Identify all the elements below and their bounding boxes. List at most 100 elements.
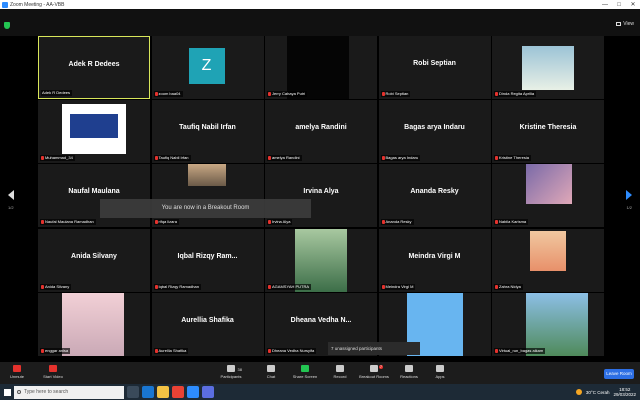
microphone-muted-icon	[381, 156, 385, 161]
participant-label-text: zoom baa04	[158, 91, 181, 96]
microphone-muted-icon	[268, 92, 271, 96]
participant-name-label: Naufal Maulana Ramadhan	[40, 219, 96, 226]
participant-tile[interactable]: Meindra Virgi M Meindra Virgi M	[378, 228, 491, 292]
participant-label-text: Adek R Dedees	[42, 90, 71, 95]
microphone-muted-icon	[41, 284, 44, 289]
taskbar-clock[interactable]: 18:52 29/03/2022	[613, 387, 636, 397]
microphone-muted-icon	[495, 92, 498, 96]
participant-name-label: Jerry Cahaya Putri	[267, 91, 308, 97]
reactions-label: Reactions	[400, 374, 418, 379]
participant-tile[interactable]: enggar anisa	[38, 292, 150, 356]
participant-tile[interactable]: Zahra Nidya	[492, 228, 604, 292]
participant-label-text: amelya Randini	[272, 155, 300, 161]
participant-name-label: zoom baa04	[153, 91, 183, 97]
microphone-muted-icon	[154, 348, 158, 353]
clock-date: 29/03/2022	[613, 392, 636, 397]
participant-label-text: Nabila Karisma	[499, 219, 527, 225]
start-video-button[interactable]: Start Video	[36, 365, 70, 379]
participant-label-text: Aurellia Shafika	[158, 347, 187, 353]
close-button[interactable]: ✕	[626, 1, 640, 8]
leave-room-button[interactable]: Leave Room	[604, 369, 634, 379]
participant-tile[interactable]: Adek R Dedees Adek R Dedees	[38, 36, 150, 99]
system-tray: 30°C Cerah 18:52 29/03/2022	[575, 384, 640, 400]
apps-button[interactable]: Apps	[423, 365, 457, 379]
participant-tile[interactable]: Nabila Karisma	[492, 164, 604, 228]
microphone-muted-icon	[495, 348, 498, 353]
participant-tile[interactable]: Virtual_run_bagas aikam	[492, 292, 604, 356]
app-taskbar-icon[interactable]	[202, 386, 214, 398]
security-shield-icon[interactable]	[4, 22, 10, 29]
participants-label: Participants	[220, 374, 242, 379]
participant-name-label: Robi Septian	[380, 91, 411, 97]
participant-video-image	[287, 36, 349, 99]
participant-label-text: Dinda Regita Aprilia	[499, 91, 535, 96]
record-button[interactable]: Record	[323, 365, 357, 379]
participant-display-name: Naufal Maulana	[68, 188, 120, 196]
participant-label-text: Irvina Alya	[272, 219, 291, 225]
participant-tile[interactable]: Dinda Regita Aprilia	[492, 36, 604, 99]
microphone-muted-icon	[268, 220, 271, 225]
zoom-taskbar-icon[interactable]	[187, 386, 199, 398]
participants-button[interactable]: 38 Participants	[214, 365, 248, 379]
taskbar-search-box[interactable]: Type here to search	[14, 385, 124, 399]
participant-tile[interactable]: Jerry Cahaya Putri	[265, 36, 377, 99]
participant-tile[interactable]: Muhammad_34	[38, 100, 150, 164]
next-page-arrow-icon[interactable]	[626, 190, 632, 200]
participant-tile[interactable]: Aurellia Shafika Aurellia Shafika	[151, 292, 264, 356]
record-label: Record	[333, 374, 347, 379]
participant-tile[interactable]: Zzoom baa04	[151, 36, 264, 99]
participant-tile[interactable]: Bagas arya Indaru Bagas arya Indaru	[378, 100, 491, 164]
participant-display-name: Anida Silvany	[71, 252, 117, 260]
microphone-muted-icon	[41, 156, 44, 161]
microphone-muted-icon	[13, 365, 21, 372]
breakout-rooms-button[interactable]: 7 Breakout Rooms	[357, 365, 391, 379]
unmute-button[interactable]: Unmute	[0, 365, 34, 379]
participant-name-label: rifqa lizara	[153, 219, 179, 226]
participant-label-text: Virtual_run_bagas aikam	[499, 347, 544, 353]
previous-page-arrow-icon[interactable]	[8, 190, 14, 200]
microphone-muted-icon	[268, 156, 271, 161]
participant-tile[interactable]: Iqbal Rizqy Ram... Iqbal Rizqy Ramadhan	[151, 228, 264, 292]
apps-label: Apps	[435, 374, 445, 379]
participant-label-text: Jerry Cahaya Putri	[272, 91, 306, 96]
participant-tile[interactable]: AGAMSYAH PUTRA	[265, 228, 377, 292]
participant-display-name: Taufiq Nabil Irfan	[179, 124, 236, 132]
participant-tile[interactable]: Robi Septian Robi Septian	[378, 36, 491, 99]
participant-label-text: Dheana Vedha Nursyifa	[272, 347, 315, 353]
participant-name-label: Dheana Vedha Nursyifa	[267, 347, 317, 354]
maximize-button[interactable]: □	[612, 2, 626, 8]
participant-tile[interactable]: Ananda Resky Ananda Resky	[378, 164, 491, 228]
unassigned-participants-popup[interactable]: 7 unassigned participants	[328, 342, 420, 355]
participant-label-text: Ananda Resky	[385, 219, 412, 225]
participant-tile[interactable]: Anida Silvany Anida Silvany	[38, 228, 150, 292]
participant-display-name: Aurellia Shafika	[181, 316, 234, 324]
gallery-grid: Adek R Dedees Adek R Dedees Zzoom baa04 Jer…	[38, 36, 604, 356]
share-screen-button[interactable]: Share Screen	[288, 365, 322, 379]
participant-label-text: Zahra Nidya	[499, 283, 521, 289]
participant-name-label: amelya Randini	[267, 155, 302, 162]
reactions-button[interactable]: Reactions	[392, 365, 426, 379]
chat-label: Chat	[266, 374, 276, 379]
weather-text: 30°C Cerah	[585, 389, 610, 395]
participant-display-name: Bagas arya Indaru	[404, 124, 465, 132]
weather-sun-icon	[575, 389, 582, 395]
view-button[interactable]: View	[616, 21, 634, 27]
participant-display-name: Ananda Resky	[410, 188, 459, 196]
minimize-button[interactable]: —	[598, 2, 612, 8]
participant-label-text: Bagas arya Indaru	[385, 155, 419, 161]
start-button[interactable]	[0, 384, 14, 400]
participant-tile[interactable]: Kristine Theresia Kristine Theresia	[492, 100, 604, 164]
windows-logo-icon	[3, 388, 11, 396]
participant-video-image	[530, 230, 566, 271]
participant-tile[interactable]: amelya Randini amelya Randini	[265, 100, 377, 164]
chat-bubble-icon	[267, 365, 275, 372]
chrome-browser-icon[interactable]	[172, 386, 184, 398]
file-explorer-icon[interactable]	[157, 386, 169, 398]
participant-display-name: Adek R Dedees	[68, 61, 120, 68]
task-view-icon[interactable]	[127, 386, 139, 398]
participant-tile[interactable]: Taufiq Nabil Irfan Taufiq Nabil Irfan	[151, 100, 264, 164]
participant-name-label: enggar anisa	[40, 347, 71, 354]
video-off-icon	[49, 365, 57, 372]
chat-button[interactable]: Chat	[254, 365, 288, 379]
edge-browser-icon[interactable]	[142, 386, 154, 398]
